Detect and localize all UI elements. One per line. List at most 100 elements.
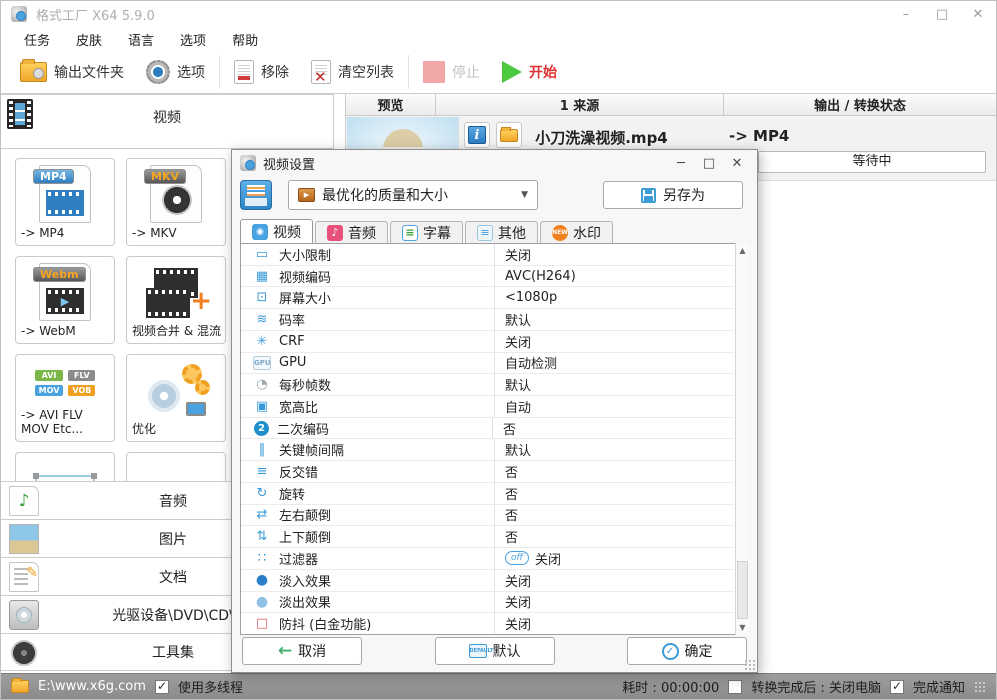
setting-row-waves[interactable]: ≋码率默认 [241, 309, 734, 331]
notify-checkbox[interactable] [890, 680, 904, 694]
dialog-resize-grip[interactable] [744, 659, 755, 670]
audio-tab-icon: ♪ [327, 225, 343, 241]
setting-value-text: 关闭 [505, 614, 531, 633]
menu-item[interactable]: 选项 [167, 30, 219, 49]
setting-row-flipv[interactable]: ⇅上下颠倒否 [241, 526, 734, 548]
tab-label: 视频 [273, 222, 301, 242]
format-card-optimize[interactable]: 优化 [126, 354, 226, 442]
format-card-mkv[interactable]: MKV -> MKV [126, 158, 226, 246]
tab-subtitle[interactable]: ≡字幕 [390, 221, 463, 243]
window-controls: – □ ✕ [888, 1, 996, 27]
video-section-header[interactable]: 视频 ▲ [1, 94, 334, 149]
ok-button[interactable]: ✓ 确定 [627, 637, 747, 665]
monitor-icon: ⊡ [253, 291, 271, 304]
setting-value-text: 否 [505, 462, 518, 481]
format-card-crop[interactable] [15, 452, 115, 481]
remove-icon [234, 60, 254, 84]
plus-icon: + [190, 288, 212, 314]
dialog-minimize-button[interactable]: ─ [669, 153, 693, 173]
tab-audio[interactable]: ♪音频 [315, 221, 388, 243]
menu-item[interactable]: 语言 [115, 30, 167, 49]
window-title: 格式工厂 X64 5.9.0 [36, 5, 155, 24]
setting-row-atom[interactable]: ✳CRF关闭 [241, 331, 734, 353]
format-card-webm[interactable]: Webm▶-> WebM [15, 256, 115, 344]
play-icon [502, 61, 522, 83]
maximize-button[interactable]: □ [924, 1, 960, 27]
setting-row-monitor[interactable]: ⊡屏幕大小<1080p [241, 287, 734, 309]
setting-row-bars[interactable]: ‖关键帧间隔默认 [241, 439, 734, 461]
default-button[interactable]: DEFAULT 默认 [435, 637, 555, 665]
setting-row-gpu[interactable]: GPUGPU自动检测 [241, 353, 734, 375]
setting-label: 左右颠倒 [279, 505, 494, 524]
setting-row-fadeout[interactable]: ●淡出效果关闭 [241, 592, 734, 614]
tab-watermark[interactable]: NEW水印 [540, 221, 613, 243]
column-header[interactable]: 预览 [346, 94, 436, 115]
setting-row-aspect[interactable]: ▣宽高比自动 [241, 396, 734, 418]
setting-row-stabilize[interactable]: □防抖 (白金功能)关闭 [241, 613, 734, 634]
setting-row-filter[interactable]: ∷过滤器off关闭 [241, 548, 734, 570]
setting-label: 旋转 [279, 484, 494, 503]
remove-button[interactable]: 移除 [223, 53, 300, 91]
menu-item[interactable]: 任务 [11, 30, 63, 49]
default-printer-icon: DEFAULT [469, 644, 487, 658]
multithread-label: 使用多线程 [178, 677, 243, 696]
elapsed-time: 耗时 : 00:00:00 [622, 677, 719, 696]
play-icon: ▶ [46, 288, 84, 314]
stop-button[interactable]: 停止 [412, 53, 491, 91]
setting-label: 淡入效果 [279, 571, 494, 590]
setting-row-two[interactable]: 2二次编码否 [241, 418, 734, 440]
menu-item[interactable]: 帮助 [219, 30, 271, 49]
media-info-button[interactable]: i [464, 122, 490, 148]
target-format: -> MP4 [729, 127, 789, 145]
dialog-close-button[interactable]: ✕ [725, 153, 749, 173]
clear-list-button[interactable]: 清空列表 [300, 53, 405, 91]
format-card-label: -> AVI FLV MOV Etc... [19, 408, 111, 438]
setting-row-deinterlace[interactable]: ≡反交错否 [241, 461, 734, 483]
output-folder-button[interactable]: 输出文件夹 [9, 53, 135, 91]
setting-row-gauge[interactable]: ◔每秒帧数默认 [241, 374, 734, 396]
format-card-merge[interactable]: +视频合并 & 混流 [126, 256, 226, 344]
dialog-maximize-button[interactable]: □ [697, 153, 721, 173]
setting-row-fadein[interactable]: ●淡入效果关闭 [241, 570, 734, 592]
setting-row-chip[interactable]: ▦视频编码AVC(H264) [241, 266, 734, 288]
scroll-down-arrow-icon[interactable]: ▼ [736, 620, 749, 635]
setting-row-rotate[interactable]: ↻旋转否 [241, 483, 734, 505]
shutdown-after-checkbox[interactable] [728, 680, 742, 694]
close-button[interactable]: ✕ [960, 1, 996, 27]
format-chip: MKV [144, 169, 186, 184]
quality-preset-select[interactable]: ▶ 最优化的质量和大小 ▼ [288, 180, 538, 210]
filter-icon: ∷ [253, 552, 271, 565]
setting-value: 关闭 [494, 244, 734, 265]
settings-scrollbar[interactable]: ▲ ▼ [735, 243, 749, 635]
setting-value: 否 [494, 505, 734, 526]
scrollbar-thumb[interactable] [737, 561, 748, 619]
save-as-button[interactable]: 另存为 [603, 181, 743, 209]
format-chip: Webm [33, 267, 86, 282]
film-strip-icon [146, 288, 190, 318]
scroll-up-arrow-icon[interactable]: ▲ [736, 243, 749, 258]
dialog-title-bar[interactable]: 视频设置 ─ □ ✕ [232, 150, 757, 176]
format-card-label: -> MKV [130, 226, 222, 242]
setting-value-text: 关闭 [505, 592, 531, 611]
cancel-button[interactable]: ← 取消 [242, 637, 362, 665]
minimize-button[interactable]: – [888, 1, 924, 27]
options-button[interactable]: 选项 [135, 53, 216, 91]
format-card-multi[interactable]: AVIFLVMOVVOB-> AVI FLV MOV Etc... [15, 354, 115, 442]
tab-video[interactable]: ◉视频 [240, 219, 313, 243]
tab-other[interactable]: ≡其他 [465, 221, 538, 243]
setting-row-fliph[interactable]: ⇄左右颠倒否 [241, 505, 734, 527]
column-header[interactable]: 输出 / 转换状态 [724, 94, 996, 115]
setting-value: 否 [494, 526, 734, 547]
setting-row-ruler[interactable]: ▭大小限制关闭 [241, 244, 734, 266]
multithread-checkbox[interactable] [155, 680, 169, 694]
status-bar: E:\www.x6g.com 使用多线程 耗时 : 00:00:00 转换完成后… [1, 673, 996, 699]
stabilize-icon: □ [253, 617, 271, 630]
setting-value-text: 默认 [505, 375, 531, 394]
start-button[interactable]: 开始 [491, 53, 568, 91]
menu-item[interactable]: 皮肤 [63, 30, 115, 49]
format-card-film[interactable] [126, 452, 226, 481]
format-card-mp4[interactable]: MP4-> MP4 [15, 158, 115, 246]
output-path[interactable]: E:\www.x6g.com [38, 679, 146, 694]
resize-grip[interactable] [974, 681, 986, 693]
column-header[interactable]: 1 来源 [436, 94, 724, 115]
